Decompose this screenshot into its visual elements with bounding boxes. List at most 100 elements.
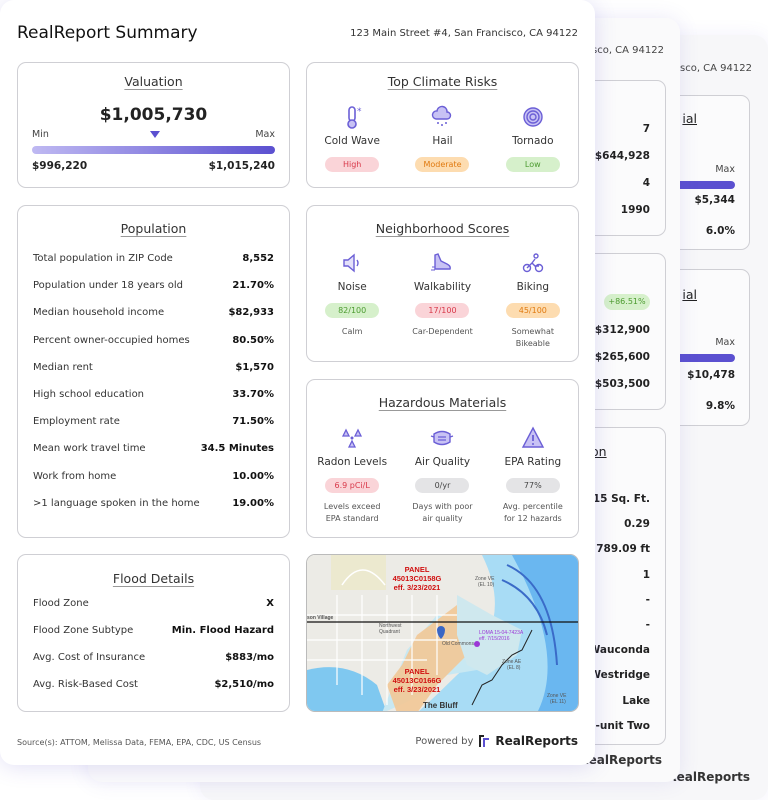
score-badge: Moderate	[415, 157, 470, 172]
row-value: 34.5 Minutes	[200, 443, 274, 455]
map-label: (EL 10)	[478, 582, 495, 588]
page-title: RealReport Summary	[17, 23, 198, 43]
map-label: PANEL	[405, 667, 430, 676]
row-value: 80.50%	[232, 334, 274, 346]
row-label: Population under 18 years old	[33, 280, 184, 292]
map-label: PANEL	[405, 565, 430, 574]
population-section: Population Total population in ZIP Code 8…	[17, 205, 290, 538]
map-label: eff. 3/23/2021	[394, 685, 441, 694]
climate-item: Hail Moderate	[397, 105, 487, 172]
change-badge: +86.51%	[604, 294, 650, 310]
data-row: Employment rate 71.50%	[33, 416, 274, 427]
data-row: Avg. Risk-Based Cost $2,510/mo	[33, 679, 274, 690]
item-label: EPA Rating	[504, 456, 562, 468]
row-value: 10.00%	[232, 470, 274, 482]
flood-details-section: Flood Details Flood Zone X Flood Zone Subt…	[17, 554, 290, 712]
warning-icon	[521, 426, 544, 448]
back-box1-title: ial	[682, 111, 697, 126]
row-value: $2,510/mo	[214, 679, 274, 690]
hazardous-materials-section: Hazardous Materials Radon Levels 6.9 pCi…	[306, 379, 579, 538]
valuation-value: $1,005,730	[99, 105, 208, 125]
max-value: $10,478	[687, 369, 735, 381]
score-badge: 77%	[505, 478, 560, 493]
score-badge: 6.9 pCi/L	[325, 478, 380, 493]
row-label: >1 language spoken in the home	[33, 497, 200, 509]
value: 1	[642, 568, 650, 581]
value: -	[645, 593, 650, 606]
section-title: Flood Details	[112, 571, 195, 586]
item-label: Radon Levels	[317, 456, 388, 468]
value: $503,500	[594, 378, 650, 390]
max-value: $1,015,240	[208, 160, 275, 172]
max-label: Max	[255, 129, 275, 140]
map-label: son Village	[307, 615, 334, 621]
min-label: Min	[32, 129, 49, 140]
hail-cloud-icon	[432, 105, 452, 126]
tornado-icon	[523, 107, 543, 127]
map-label: Old Commons	[442, 641, 474, 647]
map-label: 45013C0158G	[393, 574, 442, 583]
value: $265,600	[594, 351, 650, 363]
hazard-item: EPA Rating 77% Avg. percentile for 12 ha…	[488, 426, 578, 525]
row-label: Flood Zone Subtype	[33, 625, 134, 636]
map-label: Quadrant	[379, 629, 400, 635]
back-brand-logo: RealReports	[667, 770, 750, 784]
item-label: Hail	[432, 135, 453, 147]
hazard-item: Air Quality 0/yr Days with poor air qual…	[397, 426, 487, 525]
row-label: Mean work travel time	[33, 443, 146, 455]
item-description: Avg. percentile for 12 hazards	[502, 502, 563, 523]
svg-text:*: *	[357, 107, 362, 117]
pct-value: 9.8%	[705, 400, 735, 412]
row-value: 21.70%	[232, 280, 274, 292]
row-label: Work from home	[33, 470, 117, 482]
score-badge: 82/100	[325, 303, 380, 318]
pct-value: 6.0%	[705, 225, 735, 237]
neighborhood-item: Walkability 17/100 Car-Dependent	[397, 251, 487, 350]
row-value: Min. Flood Hazard	[171, 625, 274, 636]
neighborhood-scores-section: Neighborhood Scores Noise 82/100 Calm Wa…	[306, 205, 579, 362]
data-row: Avg. Cost of Insurance $883/mo	[33, 652, 274, 663]
section-title: Hazardous Materials	[378, 395, 507, 410]
value: $312,900	[594, 324, 650, 336]
data-row: Population under 18 years old 21.70%	[33, 280, 274, 291]
row-value: $883/mo	[225, 652, 274, 663]
row-label: Total population in ZIP Code	[33, 253, 173, 264]
row-label: Median household income	[33, 307, 165, 319]
data-row: High school education 33.70%	[33, 389, 274, 400]
map-label: eff. 7/15/2016	[479, 636, 510, 642]
mid-address: cisco, CA 94122	[583, 45, 664, 56]
row-label: Employment rate	[33, 416, 120, 428]
valuation-marker	[149, 131, 160, 138]
row-value: 71.50%	[232, 416, 274, 428]
climate-risks-section: Top Climate Risks * Cold Wave High Hail …	[306, 62, 579, 188]
row-label: Avg. Cost of Insurance	[33, 652, 146, 663]
value: $644,928	[594, 150, 650, 162]
back-box2-title: ial	[682, 287, 697, 302]
value: 1990	[620, 204, 650, 216]
row-value: X	[266, 598, 274, 609]
map-label: (EL 8)	[507, 665, 521, 671]
map-label: 45013C0166G	[393, 676, 442, 685]
max-label: Max	[715, 337, 735, 348]
flood-map[interactable]: PANEL 45013C0158G eff. 3/23/2021 PANEL 4…	[306, 554, 579, 712]
value: Wauconda	[588, 644, 650, 657]
row-value: 8,552	[242, 253, 274, 264]
item-description: Calm	[341, 327, 363, 336]
powered-by-label: Powered by	[415, 735, 474, 747]
section-title: Top Climate Risks	[387, 74, 498, 89]
score-badge: 45/100	[505, 303, 560, 318]
valuation-section: Valuation $1,005,730 Min Max $996,220 $1…	[17, 62, 290, 188]
row-value: 19.00%	[232, 497, 274, 509]
row-value: $1,570	[235, 361, 274, 373]
score-badge: 0/yr	[415, 478, 470, 493]
property-address: 123 Main Street #4, San Francisco, CA 94…	[350, 28, 578, 39]
value: 4	[642, 177, 650, 189]
item-description: Somewhat Bikeable	[511, 327, 554, 348]
neighborhood-item: Noise 82/100 Calm	[307, 251, 397, 350]
bike-icon	[522, 253, 544, 273]
speaker-icon	[343, 253, 359, 273]
valuation-range-bar	[32, 146, 275, 154]
value: 0.29	[624, 518, 650, 531]
min-value: $996,220	[32, 160, 88, 172]
shoe-icon	[431, 253, 452, 271]
